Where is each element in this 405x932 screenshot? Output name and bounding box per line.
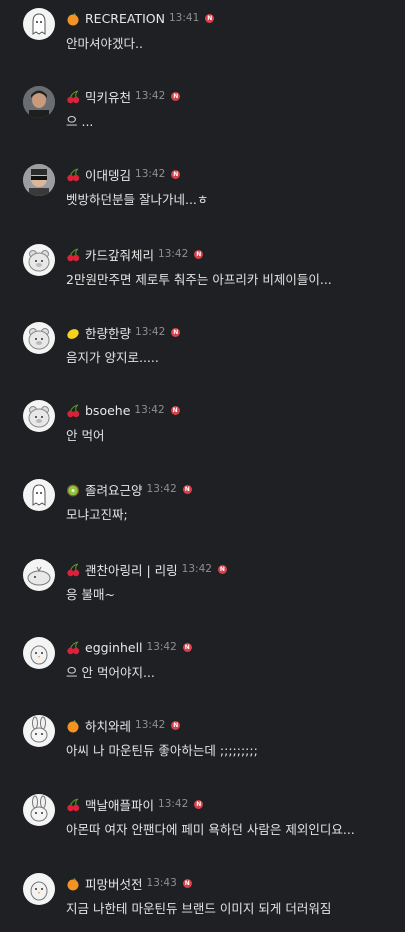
avatar[interactable] bbox=[23, 244, 55, 276]
new-badge-icon: N bbox=[171, 91, 181, 101]
nickname[interactable]: 한량한량 bbox=[85, 323, 131, 342]
message-text: 지금 나한테 마운틴듀 브랜드 이미지 되게 더러워짐 bbox=[66, 901, 332, 916]
nickname[interactable]: 카드갚줘체리 bbox=[85, 245, 154, 264]
message-header: 졸려요근양 13:42 N bbox=[66, 480, 192, 499]
timestamp: 13:42 bbox=[158, 248, 189, 260]
message-header: 괜찬아링리 | 리링 13:42 N bbox=[66, 560, 227, 579]
message-text: 안마셔야겠다.. bbox=[66, 36, 143, 51]
cherry-icon bbox=[66, 403, 80, 418]
avatar[interactable] bbox=[23, 400, 55, 432]
cherry-icon bbox=[66, 797, 80, 812]
avatar[interactable] bbox=[23, 637, 55, 669]
cherry-icon bbox=[66, 562, 80, 577]
message-header: RECREATION 13:41 N bbox=[66, 10, 215, 26]
message-text: 벳방하던분들 잘나가네...ㅎ bbox=[66, 192, 209, 207]
message-text: 안 먹어 bbox=[66, 428, 105, 443]
timestamp: 13:42 bbox=[135, 90, 166, 102]
cherry-icon bbox=[66, 640, 80, 655]
timestamp: 13:42 bbox=[146, 483, 177, 495]
chat-log: RECREATION 13:41 N 안마셔야겠다.. 믹키유천 13:42 N 으 ... 이… bbox=[0, 0, 405, 927]
lemon-icon bbox=[66, 325, 80, 339]
avatar[interactable] bbox=[23, 86, 55, 118]
new-badge-icon: N bbox=[194, 249, 204, 259]
chat-message: 맥날애플파이 13:42 N 아몬따 여자 안팬다에 페미 욕하던 사람은 제외인디요… bbox=[0, 793, 405, 853]
orange-icon bbox=[66, 876, 80, 891]
message-text: 아몬따 여자 안팬다에 페미 욕하던 사람은 제외인디요... bbox=[66, 822, 355, 837]
chat-message: 이대뎅김 13:42 N 벳방하던분들 잘나가네...ㅎ bbox=[0, 163, 405, 223]
avatar[interactable] bbox=[23, 164, 55, 196]
chat-message: 하치와레 13:42 N 아씨 나 마운틴듀 좋아하는데 ;;;;;;;;; bbox=[0, 714, 405, 774]
new-badge-icon: N bbox=[182, 878, 192, 888]
avatar[interactable] bbox=[23, 794, 55, 826]
timestamp: 13:42 bbox=[135, 326, 166, 338]
timestamp: 13:41 bbox=[169, 12, 200, 24]
avatar[interactable] bbox=[23, 715, 55, 747]
timestamp: 13:42 bbox=[135, 168, 166, 180]
nickname[interactable]: 이대뎅김 bbox=[85, 165, 131, 184]
timestamp: 13:42 bbox=[146, 641, 177, 653]
message-text: 2만원만주면 제로투 춰주는 아프리카 비제이들이... bbox=[66, 272, 332, 287]
message-header: 한량한량 13:42 N bbox=[66, 323, 181, 342]
message-text: 음지가 양지로..... bbox=[66, 350, 159, 365]
message-header: 믹키유천 13:42 N bbox=[66, 87, 181, 106]
chat-message: 카드갚줘체리 13:42 N 2만원만주면 제로투 춰주는 아프리카 비제이들이... bbox=[0, 243, 405, 303]
avatar[interactable] bbox=[23, 873, 55, 905]
new-badge-icon: N bbox=[171, 169, 181, 179]
chat-message: 한량한량 13:42 N 음지가 양지로..... bbox=[0, 321, 405, 381]
new-badge-icon: N bbox=[217, 564, 227, 574]
cherry-icon bbox=[66, 89, 80, 104]
new-badge-icon: N bbox=[205, 13, 215, 23]
message-header: 하치와레 13:42 N bbox=[66, 716, 181, 735]
message-text: 아씨 나 마운틴듀 좋아하는데 ;;;;;;;;; bbox=[66, 743, 258, 758]
message-header: 이대뎅김 13:42 N bbox=[66, 165, 181, 184]
chat-message: bsoehe 13:42 N 안 먹어 bbox=[0, 399, 405, 459]
message-text: 응 불매~ bbox=[66, 587, 115, 602]
nickname[interactable]: 맥날애플파이 bbox=[85, 795, 154, 814]
message-header: 피망버섯전 13:43 N bbox=[66, 874, 192, 893]
timestamp: 13:42 bbox=[134, 404, 165, 416]
avatar[interactable] bbox=[23, 322, 55, 354]
message-header: bsoehe 13:42 N bbox=[66, 402, 180, 418]
cherry-icon bbox=[66, 167, 80, 182]
avatar[interactable] bbox=[23, 8, 55, 40]
new-badge-icon: N bbox=[194, 799, 204, 809]
timestamp: 13:43 bbox=[146, 877, 177, 889]
kiwi-icon bbox=[66, 482, 80, 497]
chat-message: 괜찬아링리 | 리링 13:42 N 응 불매~ bbox=[0, 558, 405, 618]
new-badge-icon: N bbox=[182, 642, 192, 652]
avatar[interactable] bbox=[23, 479, 55, 511]
new-badge-icon: N bbox=[171, 327, 181, 337]
chat-message: 믹키유천 13:42 N 으 ... bbox=[0, 85, 405, 145]
nickname[interactable]: RECREATION bbox=[85, 11, 165, 26]
new-badge-icon: N bbox=[170, 405, 180, 415]
new-badge-icon: N bbox=[171, 720, 181, 730]
nickname[interactable]: 믹키유천 bbox=[85, 87, 131, 106]
timestamp: 13:42 bbox=[158, 798, 189, 810]
nickname[interactable]: egginhell bbox=[85, 640, 143, 655]
chat-message: 피망버섯전 13:43 N 지금 나한테 마운틴듀 브랜드 이미지 되게 더러워짐 bbox=[0, 872, 405, 932]
nickname[interactable]: 하치와레 bbox=[85, 716, 131, 735]
message-header: 카드갚줘체리 13:42 N bbox=[66, 245, 204, 264]
timestamp: 13:42 bbox=[181, 563, 212, 575]
nickname[interactable]: 졸려요근양 bbox=[85, 480, 143, 499]
orange-icon bbox=[66, 11, 80, 26]
cherry-icon bbox=[66, 247, 80, 262]
message-text: 모냐고진짜; bbox=[66, 507, 128, 522]
nickname[interactable]: 괜찬아링리 | 리링 bbox=[85, 560, 178, 579]
message-header: egginhell 13:42 N bbox=[66, 639, 192, 655]
nickname[interactable]: 피망버섯전 bbox=[85, 874, 143, 893]
avatar[interactable] bbox=[23, 559, 55, 591]
chat-message: 졸려요근양 13:42 N 모냐고진짜; bbox=[0, 478, 405, 538]
message-text: 으 ... bbox=[66, 114, 94, 129]
new-badge-icon: N bbox=[182, 484, 192, 494]
nickname[interactable]: bsoehe bbox=[85, 403, 130, 418]
timestamp: 13:42 bbox=[135, 719, 166, 731]
orange-icon bbox=[66, 718, 80, 733]
chat-message: egginhell 13:42 N 으 안 먹어야지... bbox=[0, 636, 405, 696]
message-header: 맥날애플파이 13:42 N bbox=[66, 795, 204, 814]
message-text: 으 안 먹어야지... bbox=[66, 665, 155, 680]
chat-message: RECREATION 13:41 N 안마셔야겠다.. bbox=[0, 7, 405, 67]
